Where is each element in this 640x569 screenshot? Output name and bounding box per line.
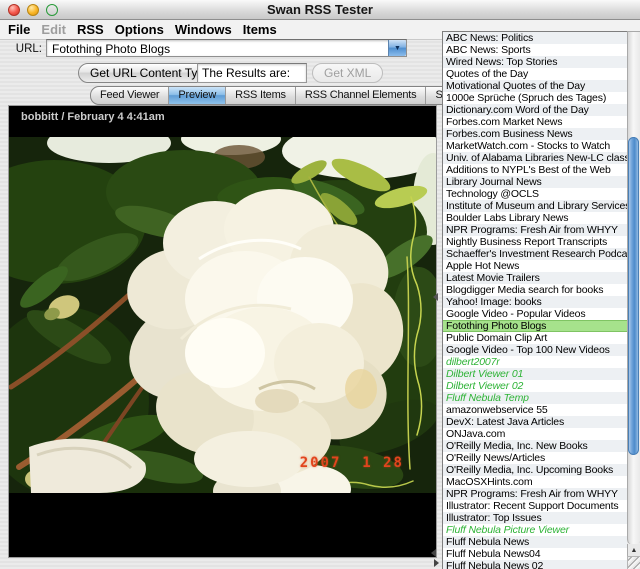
feed-list-item[interactable]: Fluff Nebula News 02	[443, 560, 627, 569]
splitter-collapse-arrow[interactable]	[433, 293, 438, 301]
tab[interactable]: RSS Items	[226, 87, 296, 104]
tab[interactable]: Preview	[169, 87, 226, 104]
feed-list-item[interactable]: Public Domain Clip Art	[443, 332, 627, 344]
feed-list-item[interactable]: Univ. of Alabama Libraries New-LC class …	[443, 152, 627, 164]
feed-list-item[interactable]: amazonwebservice 55	[443, 404, 627, 416]
feed-list-item[interactable]: ABC News: Politics	[443, 32, 627, 44]
feed-list-item[interactable]: Fluff Nebula Temp	[443, 392, 627, 404]
preview-pane: bobbitt / February 4 4:41am	[8, 105, 437, 558]
feed-list-item[interactable]: Google Video - Popular Videos	[443, 308, 627, 320]
scroll-left-arrow[interactable]	[431, 549, 436, 557]
feed-list-item[interactable]: 1000e Sprüche (Spruch des Tages)	[443, 92, 627, 104]
feed-list-item[interactable]: Library Journal News	[443, 176, 627, 188]
resize-grip[interactable]	[627, 556, 640, 569]
photo-caption: bobbitt / February 4 4:41am	[21, 111, 165, 123]
feed-list-item[interactable]: Technology @OCLS	[443, 188, 627, 200]
feed-list-item[interactable]: Fluff Nebula News	[443, 536, 627, 548]
results-field[interactable]	[197, 63, 307, 83]
feed-list-item[interactable]: O'Reilly Media, Inc. Upcoming Books	[443, 464, 627, 476]
feed-list-item[interactable]: NPR Programs: Fresh Air from WHYY	[443, 488, 627, 500]
scroll-right-arrow[interactable]	[434, 559, 439, 567]
tab[interactable]: Feed Viewer	[91, 87, 169, 104]
photo-date-stamp: 2007 1 28	[300, 455, 404, 471]
menu-item[interactable]: RSS	[77, 22, 113, 37]
feed-list-item[interactable]: MarketWatch.com - Stocks to Watch	[443, 140, 627, 152]
feed-list-item[interactable]: Fluff Nebula Picture Viewer	[443, 524, 627, 536]
flower-photo-art	[9, 137, 436, 493]
menu-item[interactable]: Edit	[41, 22, 75, 37]
feed-list-item[interactable]: Additions to NYPL's Best of the Web	[443, 164, 627, 176]
tab[interactable]: RSS Channel Elements	[296, 87, 427, 104]
feed-list-item[interactable]: Dictionary.com Word of the Day	[443, 104, 627, 116]
feed-list-item[interactable]: Schaeffer's Investment Research Podcasts	[443, 248, 627, 260]
menu-item[interactable]: File	[8, 22, 39, 37]
url-combobox-value: Fotothing Photo Blogs	[52, 42, 170, 56]
feed-list-item[interactable]: Forbes.com Business News	[443, 128, 627, 140]
feed-list-item[interactable]: Blogdigger Media search for books	[443, 284, 627, 296]
feed-list-item[interactable]: Illustrator: Top Issues	[443, 512, 627, 524]
app-window: Swan RSS Tester FileEditRSSOptionsWindow…	[0, 0, 640, 569]
feed-list-item[interactable]: ONJava.com	[443, 428, 627, 440]
feed-list-item[interactable]: Quotes of the Day	[443, 68, 627, 80]
menu-item[interactable]: Options	[115, 22, 173, 37]
feed-list-item[interactable]: Illustrator: Recent Support Documents	[443, 500, 627, 512]
combobox-arrow-button[interactable]: ▼	[388, 40, 406, 56]
feed-list-item[interactable]: Forbes.com Market News	[443, 116, 627, 128]
feed-list-item[interactable]: Wired News: Top Stories	[443, 56, 627, 68]
feed-list: ABC News: PoliticsABC News: SportsWired …	[442, 31, 627, 569]
feed-list-item[interactable]: NPR Programs: Fresh Air from WHYY	[443, 224, 627, 236]
feed-list-item[interactable]: O'Reilly Media, Inc. New Books	[443, 440, 627, 452]
url-combobox[interactable]: Fotothing Photo Blogs ▼	[46, 39, 407, 57]
scrollbar-thumb[interactable]	[628, 137, 639, 455]
menu-item[interactable]: Items	[243, 22, 286, 37]
feed-list-item[interactable]: Dilbert Viewer 02	[443, 380, 627, 392]
scroll-up-button[interactable]: ▲	[627, 544, 640, 556]
menu-item[interactable]: Windows	[175, 22, 241, 37]
feed-list-item[interactable]: Institute of Museum and Library Services	[443, 200, 627, 212]
feed-list-item[interactable]: Latest Movie Trailers	[443, 272, 627, 284]
tab-bar: Feed ViewerPreviewRSS ItemsRSS Channel E…	[90, 86, 493, 105]
feed-list-item[interactable]: Yahoo! Image: books	[443, 296, 627, 308]
feed-list-item[interactable]: MacOSXHints.com	[443, 476, 627, 488]
preview-photo: 2007 1 28	[9, 137, 436, 493]
feed-list-item[interactable]: DevX: Latest Java Articles	[443, 416, 627, 428]
feed-list-item[interactable]: Boulder Labs Library News	[443, 212, 627, 224]
feed-list-item[interactable]: Google Video - Top 100 New Videos	[443, 344, 627, 356]
feed-list-item[interactable]: Motivational Quotes of the Day	[443, 80, 627, 92]
title-bar: Swan RSS Tester	[0, 0, 640, 20]
feed-list-item[interactable]: Fluff Nebula News04	[443, 548, 627, 560]
get-xml-button[interactable]: Get XML	[312, 63, 383, 83]
feed-list-item[interactable]: O'Reilly News/Articles	[443, 452, 627, 464]
feed-list-item[interactable]: Nightly Business Report Transcripts	[443, 236, 627, 248]
feed-list-item[interactable]: ABC News: Sports	[443, 44, 627, 56]
window-title: Swan RSS Tester	[0, 2, 640, 17]
feed-list-item[interactable]: Fotothing Photo Blogs	[443, 320, 627, 332]
url-label: URL:	[0, 43, 42, 55]
feed-list-item[interactable]: Apple Hot News	[443, 260, 627, 272]
feed-list-item[interactable]: Dilbert Viewer 01	[443, 368, 627, 380]
feed-list-item[interactable]: dilbert2007r	[443, 356, 627, 368]
